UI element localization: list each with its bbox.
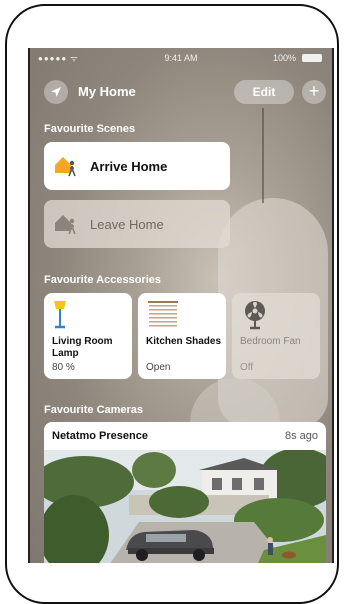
shades-icon — [148, 301, 178, 327]
accessory-tile-shades[interactable]: Kitchen Shades Open — [138, 293, 226, 379]
leave-home-icon — [55, 215, 76, 235]
fan-icon — [245, 301, 265, 330]
accessory-state: 80 % — [52, 362, 75, 373]
edit-button[interactable]: Edit — [234, 80, 294, 104]
scene-leave-home[interactable]: Leave Home — [44, 200, 230, 248]
accessory-tile-fan[interactable]: Bedroom Fan Off — [232, 293, 320, 379]
camera-header: Netatmo Presence 8s ago — [44, 422, 326, 450]
location-button[interactable] — [44, 80, 68, 104]
background-branch — [262, 108, 264, 203]
battery-percentage: 100% — [272, 53, 296, 63]
camera-name: Netatmo Presence — [52, 430, 148, 442]
section-title-accessories: Favourite Accessories — [44, 274, 161, 286]
scene-label: Leave Home — [90, 217, 164, 232]
add-button[interactable]: + — [302, 80, 326, 104]
camera-card[interactable]: Netatmo Presence 8s ago — [44, 422, 326, 563]
accessory-state: Off — [240, 362, 254, 373]
navigation-bar: My Home Edit + — [30, 76, 332, 106]
lamp-icon — [54, 301, 66, 329]
section-title-scenes: Favourite Scenes — [44, 123, 136, 135]
camera-timestamp: 8s ago — [284, 430, 318, 442]
battery-icon — [302, 54, 322, 62]
section-title-cameras: Favourite Cameras — [44, 404, 144, 416]
page-title[interactable]: My Home — [78, 84, 136, 99]
accessory-tile-lamp[interactable]: Living Room Lamp 80 % — [44, 293, 132, 379]
arrive-home-icon — [55, 157, 76, 177]
camera-snapshot[interactable] — [44, 450, 326, 563]
scene-arrive-home[interactable]: Arrive Home — [44, 142, 230, 190]
accessory-state: Open — [146, 362, 171, 373]
home-screen: ●●●●● ᯤ 9:41 AM 100% My Home Edit + Favo… — [28, 48, 334, 563]
accessory-name: Bedroom Fan — [240, 336, 301, 347]
accessory-name: Kitchen Shades — [146, 336, 222, 347]
location-arrow-icon — [51, 87, 61, 97]
accessory-name: Living Room Lamp — [52, 336, 113, 359]
scene-label: Arrive Home — [90, 159, 168, 174]
status-bar: ●●●●● ᯤ 9:41 AM 100% — [30, 48, 332, 68]
